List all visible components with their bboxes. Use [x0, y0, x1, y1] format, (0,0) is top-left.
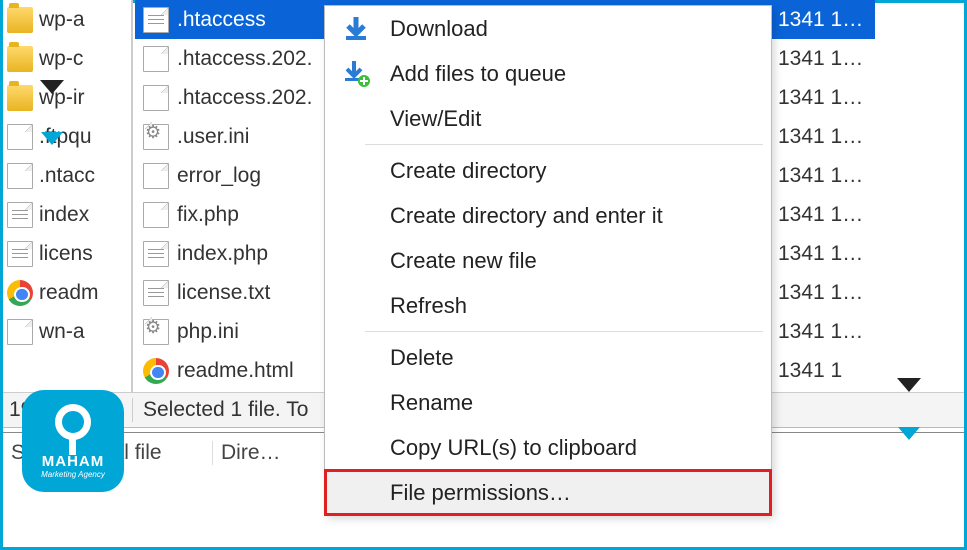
tree-label: index [39, 203, 89, 227]
tree-label: wn-a [39, 320, 85, 344]
menu-label: Copy URL(s) to clipboard [390, 435, 637, 461]
tree-label: .ntacc [39, 164, 95, 188]
owner-cell: 1341 1… [770, 234, 870, 273]
folder-icon [7, 46, 33, 72]
tree-item[interactable]: index [3, 195, 131, 234]
chrome-icon [143, 358, 169, 384]
owner-cell: 1341 1… [770, 312, 870, 351]
owner-cell: 1341 1… [770, 0, 870, 39]
logo-name: MAHAM [42, 453, 105, 470]
tree-item[interactable]: wp-ir [3, 78, 131, 117]
owner-cell: 1341 1… [770, 156, 870, 195]
tree-label: readm [39, 281, 99, 305]
ini-file-icon [143, 124, 169, 150]
menu-label: Create directory and enter it [390, 203, 663, 229]
logo-mark-icon [49, 404, 97, 452]
carousel-arrow-icon[interactable] [897, 378, 921, 392]
context-menu[interactable]: Download Add files to queue View/Edit Cr… [324, 5, 772, 516]
text-file-icon [143, 7, 169, 33]
file-icon [143, 202, 169, 228]
status-selection: Selected 1 file. To [133, 398, 308, 422]
menu-label: File permissions… [390, 480, 571, 506]
owner-cell: 1341 1… [770, 117, 870, 156]
menu-add-queue[interactable]: Add files to queue [325, 51, 771, 96]
tree-item[interactable]: licens [3, 234, 131, 273]
chrome-icon [7, 280, 33, 306]
menu-copy-url[interactable]: Copy URL(s) to clipboard [325, 425, 771, 470]
menu-label: Download [390, 16, 488, 42]
menu-delete[interactable]: Delete [325, 335, 771, 380]
file-icon [7, 163, 33, 189]
tree-item[interactable]: wp-c [3, 39, 131, 78]
menu-label: Add files to queue [390, 61, 566, 87]
logo-tagline: Marketing Agency [41, 470, 105, 479]
file-icon [143, 163, 169, 189]
file-icon [7, 319, 33, 345]
carousel-arrow-icon[interactable] [41, 132, 63, 145]
file-icon [7, 124, 33, 150]
carousel-arrow-icon[interactable] [898, 427, 920, 440]
menu-create-directory-enter[interactable]: Create directory and enter it [325, 193, 771, 238]
menu-rename[interactable]: Rename [325, 380, 771, 425]
watermark-logo: MAHAM Marketing Agency [22, 390, 124, 492]
tree-item[interactable]: .ftpqu [3, 117, 131, 156]
menu-label: Rename [390, 390, 473, 416]
menu-create-file[interactable]: Create new file [325, 238, 771, 283]
owner-column: 1341 1… 1341 1… 1341 1… 1341 1… 1341 1… … [770, 0, 870, 392]
text-file-icon [7, 202, 33, 228]
download-icon [341, 14, 371, 44]
tree-item[interactable]: readm [3, 273, 131, 312]
menu-create-directory[interactable]: Create directory [325, 148, 771, 193]
menu-label: Create directory [390, 158, 547, 184]
folder-icon [7, 85, 33, 111]
menu-separator [365, 331, 763, 332]
tree-label: wp-c [39, 47, 83, 71]
folder-icon [7, 7, 33, 33]
menu-label: Refresh [390, 293, 467, 319]
local-file-tree[interactable]: wp-a wp-c wp-ir .ftpqu .ntacc index lice… [3, 0, 133, 392]
tree-label: wp-a [39, 8, 85, 32]
menu-view-edit[interactable]: View/Edit [325, 96, 771, 141]
tree-item[interactable]: wn-a [3, 312, 131, 351]
tree-item[interactable]: wp-a [3, 0, 131, 39]
menu-file-permissions[interactable]: File permissions… [325, 470, 771, 515]
menu-separator [365, 144, 763, 145]
owner-cell: 1341 1… [770, 78, 870, 117]
ini-file-icon [143, 319, 169, 345]
text-file-icon [7, 241, 33, 267]
text-file-icon [143, 280, 169, 306]
file-icon [143, 85, 169, 111]
menu-refresh[interactable]: Refresh [325, 283, 771, 328]
menu-label: View/Edit [390, 106, 481, 132]
tree-item[interactable]: .ntacc [3, 156, 131, 195]
carousel-arrow-icon[interactable] [40, 80, 64, 94]
text-file-icon [143, 241, 169, 267]
owner-cell: 1341 1… [770, 39, 870, 78]
owner-cell: 1341 1… [770, 195, 870, 234]
owner-cell: 1341 1 [770, 351, 870, 390]
menu-label: Create new file [390, 248, 537, 274]
menu-download[interactable]: Download [325, 6, 771, 51]
download-queue-icon [341, 59, 371, 89]
file-icon [143, 46, 169, 72]
tree-label: licens [39, 242, 93, 266]
owner-cell: 1341 1… [770, 273, 870, 312]
menu-label: Delete [390, 345, 454, 371]
